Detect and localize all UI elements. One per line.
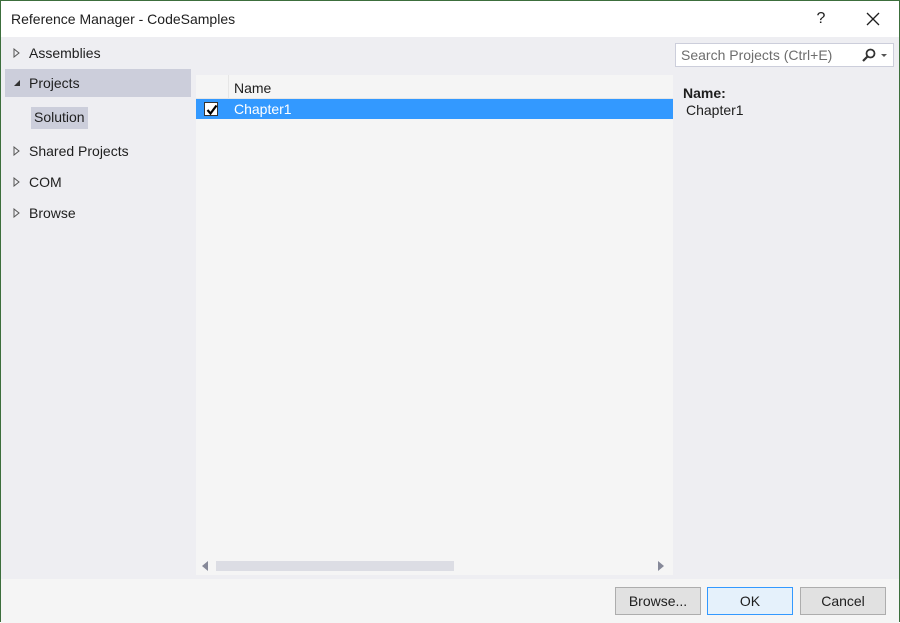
scroll-left-icon[interactable]: [202, 561, 208, 571]
scrollbar-thumb[interactable]: [216, 561, 454, 571]
expand-right-icon: [13, 146, 20, 156]
title-bar: Reference Manager - CodeSamples ?: [1, 1, 899, 37]
checkbox-column-header[interactable]: [196, 75, 229, 99]
expand-right-icon: [13, 208, 20, 218]
sidebar-item-label: Shared Projects: [29, 143, 129, 159]
sidebar-item-label: Projects: [29, 75, 80, 91]
expand-right-icon: [13, 177, 20, 187]
sidebar-item-label: Browse: [29, 205, 76, 221]
scroll-right-icon[interactable]: [658, 561, 664, 571]
browse-button[interactable]: Browse...: [615, 587, 701, 615]
detail-name-value: Chapter1: [686, 102, 744, 118]
row-name: Chapter1: [234, 101, 292, 117]
search-input[interactable]: [676, 44, 856, 66]
sidebar-item-assemblies[interactable]: Assemblies: [5, 39, 191, 67]
reference-manager-dialog: Reference Manager - CodeSamples ? Assemb…: [0, 0, 900, 623]
sidebar-item-label: COM: [29, 174, 62, 190]
close-button[interactable]: [859, 7, 887, 31]
detail-name-label: Name:: [683, 85, 726, 101]
window-title: Reference Manager - CodeSamples: [11, 11, 236, 27]
expand-right-icon: [13, 48, 20, 58]
sidebar: Assemblies Projects Solution Shared Proj…: [1, 37, 193, 579]
close-icon: [866, 12, 880, 26]
list-header: Name: [196, 75, 673, 99]
cancel-button[interactable]: Cancel: [800, 587, 886, 615]
table-row[interactable]: Chapter1: [196, 99, 673, 119]
details-panel: Name: Chapter1: [683, 85, 744, 118]
sidebar-item-shared-projects[interactable]: Shared Projects: [5, 137, 191, 165]
dialog-footer: Browse... OK Cancel: [1, 579, 899, 623]
checkmark-icon: [206, 104, 218, 116]
dialog-body: Assemblies Projects Solution Shared Proj…: [1, 37, 899, 579]
expanded-down-icon: [14, 80, 20, 86]
sidebar-item-projects[interactable]: Projects: [5, 69, 191, 97]
row-checkbox[interactable]: [204, 102, 218, 116]
horizontal-scrollbar[interactable]: [196, 555, 673, 575]
search-box: [675, 43, 894, 67]
search-icon[interactable]: [862, 48, 876, 62]
chevron-down-icon[interactable]: [881, 54, 887, 57]
column-header-name[interactable]: Name: [234, 80, 271, 96]
sidebar-item-browse[interactable]: Browse: [5, 199, 191, 227]
help-button[interactable]: ?: [809, 7, 833, 31]
ok-button[interactable]: OK: [707, 587, 793, 615]
projects-list: Name Chapter1: [196, 75, 673, 575]
sidebar-item-com[interactable]: COM: [5, 168, 191, 196]
sidebar-subitem-solution[interactable]: Solution: [31, 107, 88, 129]
sidebar-item-label: Assemblies: [29, 45, 101, 61]
